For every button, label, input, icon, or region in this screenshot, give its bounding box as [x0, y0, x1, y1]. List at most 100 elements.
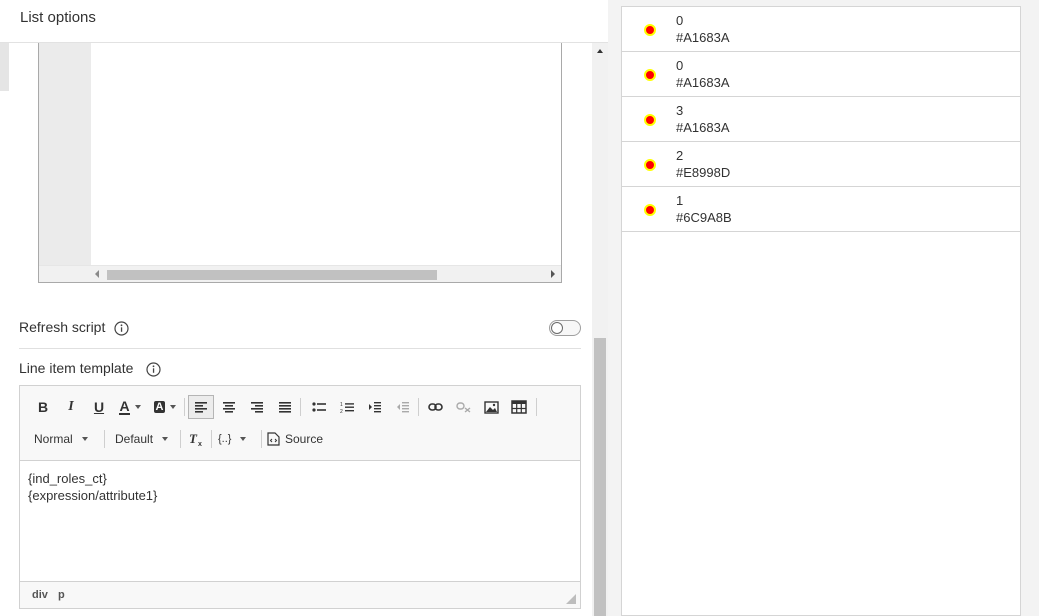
- align-left-button[interactable]: [188, 395, 214, 419]
- source-label: Source: [285, 432, 324, 446]
- chevron-down-icon: [134, 405, 141, 409]
- template-content-area[interactable]: {ind_roles_ct} {expression/attribute1}: [20, 462, 580, 582]
- underline-button[interactable]: U: [88, 395, 110, 419]
- horizontal-scrollbar[interactable]: [39, 265, 561, 282]
- insert-image-button[interactable]: [480, 395, 502, 419]
- align-center-icon: [223, 402, 235, 413]
- panel-header: List options: [0, 0, 608, 43]
- unlink-button[interactable]: [452, 395, 474, 419]
- source-button[interactable]: Source: [267, 427, 329, 451]
- divider: [19, 348, 581, 349]
- align-center-button[interactable]: [218, 395, 240, 419]
- bulleted-list-button[interactable]: [308, 395, 330, 419]
- info-icon[interactable]: [146, 362, 161, 377]
- table-icon: [511, 400, 527, 414]
- text-color-icon: A: [119, 398, 130, 415]
- toolbar-separator: [261, 430, 262, 448]
- toolbar-separator: [180, 430, 181, 448]
- toolbar-separator: [104, 430, 105, 448]
- link-button[interactable]: [424, 395, 446, 419]
- scroll-right-arrow-icon[interactable]: [549, 269, 557, 279]
- toolbar-separator: [536, 398, 537, 416]
- toolbar-separator: [184, 398, 185, 416]
- svg-text:1: 1: [340, 402, 343, 408]
- horizontal-scroll-thumb[interactable]: [107, 270, 437, 280]
- refresh-script-label: Refresh script: [19, 319, 106, 335]
- toolbar-separator: [300, 398, 301, 416]
- info-icon[interactable]: [114, 321, 129, 336]
- line-number-gutter: [39, 43, 91, 265]
- list-item-color: #6C9A8B: [676, 210, 732, 225]
- script-code-area[interactable]: [91, 43, 561, 265]
- format-dropdown-value: Normal: [34, 432, 73, 446]
- script-code-editor[interactable]: [38, 43, 562, 283]
- indent-button[interactable]: [364, 395, 386, 419]
- scroll-up-arrow-icon[interactable]: [596, 47, 604, 55]
- font-dropdown[interactable]: Default: [115, 427, 177, 451]
- insert-expression-button[interactable]: {..}: [218, 427, 256, 451]
- list-preview-panel: 0 #A1683A 0 #A1683A 3 #A1683A 2 #E8998D …: [621, 6, 1021, 616]
- numbered-list-button[interactable]: 12: [336, 395, 358, 419]
- point-symbol-icon: [644, 114, 656, 126]
- chevron-down-icon: [240, 437, 247, 441]
- svg-text:T: T: [189, 431, 198, 446]
- point-symbol-icon: [644, 159, 656, 171]
- font-dropdown-value: Default: [115, 432, 154, 446]
- line-item-template-label: Line item template: [19, 360, 134, 376]
- list-item-value: 0: [676, 58, 684, 73]
- vertical-scrollbar[interactable]: [592, 43, 608, 616]
- template-line: {expression/attribute1}: [28, 488, 158, 503]
- list-item-color: #E8998D: [676, 165, 731, 180]
- list-item-value: 0: [676, 13, 684, 28]
- bold-label: B: [37, 399, 49, 415]
- chevron-down-icon: [162, 437, 169, 441]
- toggle-knob: [551, 322, 563, 334]
- italic-button[interactable]: I: [60, 395, 82, 419]
- remove-format-icon: Tx: [189, 431, 202, 447]
- element-path-div[interactable]: div: [32, 589, 48, 601]
- svg-text:x: x: [198, 441, 202, 447]
- format-dropdown[interactable]: Normal: [34, 427, 98, 451]
- remove-format-button[interactable]: Tx: [186, 427, 206, 451]
- scroll-left-arrow-icon[interactable]: [93, 269, 101, 279]
- editor-toolbar: B I U A A 1 2 Normal Default T x {..} So…: [20, 386, 580, 461]
- bold-button[interactable]: B: [32, 395, 54, 419]
- indent-icon: [369, 402, 381, 413]
- image-icon: [483, 400, 499, 414]
- element-path-p[interactable]: p: [58, 589, 65, 601]
- point-symbol-icon: [644, 69, 656, 81]
- align-right-icon: [251, 402, 263, 413]
- background-color-icon: A: [153, 401, 166, 413]
- list-item[interactable]: 2 #E8998D: [622, 142, 1020, 187]
- chevron-down-icon: [81, 437, 88, 441]
- rich-text-editor: B I U A A 1 2 Normal Default T x {..} So…: [19, 385, 581, 609]
- justify-button[interactable]: [274, 395, 296, 419]
- list-item[interactable]: 0 #A1683A: [622, 7, 1020, 52]
- link-icon: [427, 403, 443, 411]
- list-item-value: 1: [676, 193, 684, 208]
- unlink-icon: [455, 402, 470, 413]
- vertical-scroll-thumb[interactable]: [594, 338, 606, 616]
- expression-icon: {..}: [218, 433, 232, 445]
- toolbar-separator: [211, 430, 212, 448]
- justify-icon: [279, 402, 291, 413]
- point-symbol-icon: [644, 24, 656, 36]
- list-item-value: 2: [676, 148, 684, 163]
- underline-label: U: [93, 399, 105, 415]
- align-right-button[interactable]: [246, 395, 268, 419]
- list-item[interactable]: 0 #A1683A: [622, 52, 1020, 97]
- insert-table-button[interactable]: [508, 395, 530, 419]
- list-item[interactable]: 1 #6C9A8B: [622, 187, 1020, 232]
- list-item[interactable]: 3 #A1683A: [622, 97, 1020, 142]
- template-line: {ind_roles_ct}: [28, 471, 107, 486]
- text-color-button[interactable]: A: [116, 395, 144, 419]
- background-color-button[interactable]: A: [150, 395, 180, 419]
- list-item-value: 3: [676, 103, 684, 118]
- left-edge-strip: [0, 43, 9, 91]
- refresh-script-toggle[interactable]: [549, 320, 581, 336]
- list-item-color: #A1683A: [676, 120, 730, 135]
- list-options-panel: List options Refresh script Line item te…: [0, 0, 608, 616]
- source-icon: [267, 432, 280, 446]
- resize-grip-icon[interactable]: [566, 594, 576, 604]
- outdent-button[interactable]: [392, 395, 414, 419]
